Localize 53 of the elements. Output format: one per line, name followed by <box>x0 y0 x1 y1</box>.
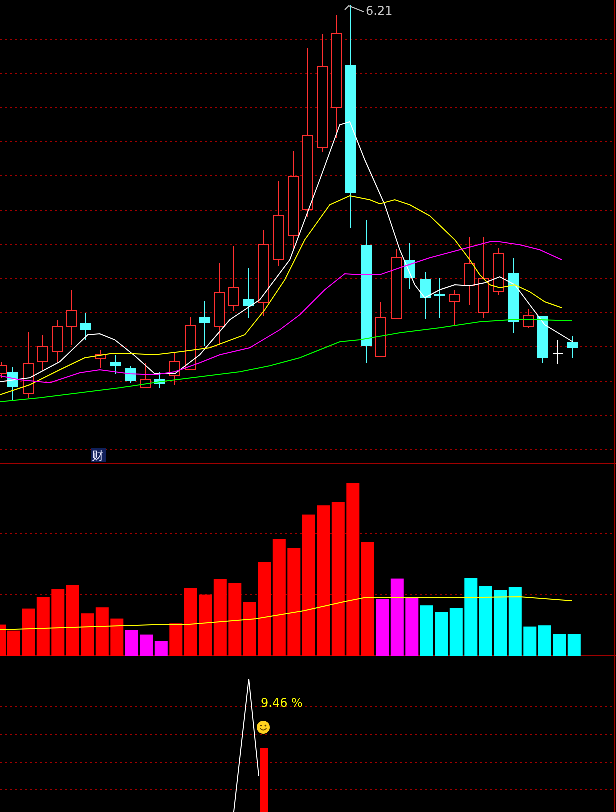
volume-bar <box>553 634 566 656</box>
volume-bar <box>479 586 492 656</box>
high-price-label: 6.21 <box>366 4 393 18</box>
candlestick <box>96 350 106 368</box>
indicator-bar <box>260 748 268 812</box>
candlestick <box>392 248 402 320</box>
volume-bar <box>36 597 50 656</box>
indicator-reading: 9.46 % <box>261 696 303 710</box>
candlestick <box>80 312 92 340</box>
candlestick <box>52 320 64 362</box>
candlestick <box>186 316 196 370</box>
candlestick <box>434 278 446 318</box>
volume-bar <box>420 606 434 656</box>
info-badge-background <box>91 448 106 462</box>
candlestick <box>170 352 180 386</box>
candlestick <box>450 290 460 326</box>
volume-bar <box>52 589 65 656</box>
volume-bar <box>494 590 508 656</box>
candlestick <box>24 332 34 398</box>
candlestick <box>376 302 386 358</box>
candlestick <box>568 336 578 358</box>
volume-bar <box>66 585 80 656</box>
volume-bar <box>406 598 419 656</box>
candlestick <box>420 272 432 320</box>
candlestick <box>494 248 504 296</box>
candlestick <box>154 372 166 388</box>
candlestick <box>244 268 254 318</box>
candlestick <box>524 308 534 328</box>
volume-bar <box>508 587 522 656</box>
candlestick <box>66 290 78 346</box>
volume-bar <box>22 608 36 656</box>
volume-bar <box>199 594 212 656</box>
candlestick <box>126 366 136 384</box>
volume-bar <box>450 608 463 656</box>
candlestick <box>538 316 548 364</box>
info-badge[interactable]: 财 <box>92 449 104 463</box>
volume-bar <box>568 634 581 656</box>
volume-bar <box>524 626 537 656</box>
volume-bar <box>81 614 94 656</box>
volume-bar <box>376 599 390 656</box>
high-marker-icon <box>344 5 364 12</box>
candlestick <box>200 300 210 346</box>
smiley-icon <box>257 721 270 734</box>
volume-bar <box>538 626 552 656</box>
candlestick <box>464 236 476 306</box>
candlestick <box>228 246 240 312</box>
volume-bar <box>96 608 109 656</box>
candlestick <box>140 362 152 388</box>
candlestick <box>404 242 416 290</box>
candlestick <box>110 354 122 374</box>
candlestick <box>552 340 564 364</box>
candlestick <box>38 334 48 370</box>
volume-bar <box>435 612 448 656</box>
